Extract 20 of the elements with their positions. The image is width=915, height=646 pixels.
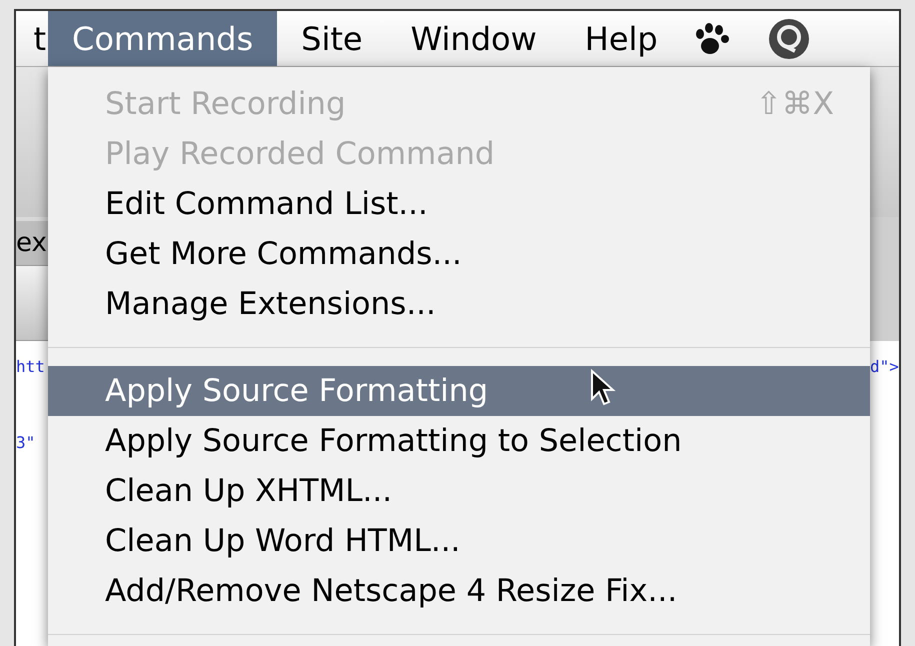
menu-item[interactable]: Get More Commands... (48, 229, 870, 279)
menu-bar-item[interactable]: Commands (48, 11, 278, 66)
document-tab[interactable]: ex (16, 221, 48, 265)
menu-item[interactable]: Edit Command List... (48, 179, 870, 229)
code-text: d"> (870, 356, 899, 378)
menu-bar-item[interactable]: t (16, 11, 48, 66)
menu-item[interactable]: Apply Source Formatting to Selection (48, 416, 870, 466)
menu-item[interactable]: Clean Up XHTML... (48, 466, 870, 516)
menu-bar-item[interactable]: Help (560, 11, 682, 66)
mouse-pointer-icon (590, 369, 616, 407)
menu-bar-item[interactable]: Site (277, 11, 387, 66)
code-text: 3" (16, 432, 36, 454)
code-text: htt (16, 356, 46, 378)
menu-item[interactable]: Clean Up Word HTML... (48, 516, 870, 566)
shortcut-label: ⇧⌘X (756, 84, 834, 124)
menu-item[interactable]: Apply Source Formatting (48, 366, 870, 416)
menu-item[interactable]: Add/Remove Netscape 4 Resize Fix... (48, 566, 870, 616)
q-circle-icon[interactable] (768, 18, 810, 60)
menu-bar-item[interactable]: Window (386, 11, 561, 66)
menu-item[interactable]: Manage Extensions... (48, 279, 870, 329)
